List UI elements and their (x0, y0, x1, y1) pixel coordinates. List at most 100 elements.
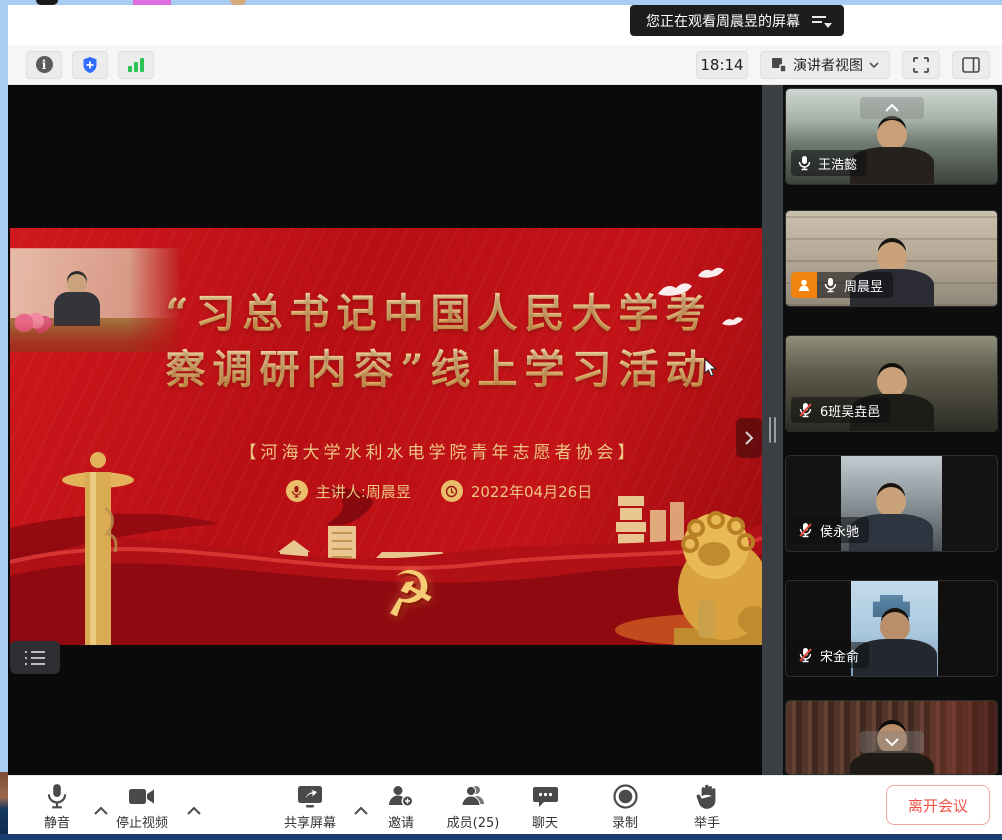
chevron-down-icon (885, 738, 899, 746)
chevron-right-icon (744, 430, 754, 446)
participant-tile[interactable]: 侯永驰 (785, 455, 998, 552)
info-icon: i (36, 56, 53, 73)
invite-person-icon (387, 783, 415, 810)
invite-label: 邀请 (388, 812, 414, 831)
slide-subtitle: 【河海大学水利水电学院青年志愿者协会】 (128, 438, 750, 463)
fullscreen-button[interactable] (902, 51, 940, 79)
party-emblem-icon: ☭ (377, 560, 440, 628)
mic-on-icon (824, 277, 837, 293)
participant-name: 6班吴垚邑 (820, 401, 880, 420)
clock-badge: 18:14 (696, 51, 748, 79)
mic-muted-icon (798, 647, 813, 663)
camera-icon (127, 783, 157, 810)
participant-name-badge: 周晨昱 (791, 272, 893, 298)
main-area: “习总书记中国人民大学考 察调研内容”线上学习活动 【河海大学水利水电学院青年志… (8, 85, 1002, 775)
slide-title-line1: “习总书记中国人民大学考 (128, 286, 750, 342)
participant-name: 王浩懿 (818, 154, 857, 173)
chat-button[interactable]: 聊天 (520, 783, 570, 831)
screen-watch-text: 您正在观看周晨昱的屏幕 (646, 11, 800, 31)
chat-label: 聊天 (532, 812, 558, 831)
participant-name-badge: 6班吴垚邑 (791, 397, 890, 423)
banner-menu-icon[interactable] (812, 13, 832, 29)
record-icon (612, 783, 639, 810)
mic-on-icon (798, 155, 811, 171)
record-button[interactable]: 录制 (600, 783, 650, 831)
members-button[interactable]: 成员(25) (440, 783, 506, 831)
signal-bars-icon (128, 58, 144, 72)
scroll-down-button[interactable] (860, 731, 924, 753)
chevron-up-icon (354, 806, 368, 815)
participants-sidebar: 王浩懿 周晨昱 (783, 85, 1002, 775)
meeting-window: 您正在观看周晨昱的屏幕 i (8, 5, 1002, 834)
participant-tile[interactable] (785, 700, 998, 775)
leave-meeting-label: 离开会议 (908, 795, 968, 816)
fullscreen-icon (912, 56, 930, 74)
share-screen-label: 共享屏幕 (284, 812, 336, 831)
invite-button[interactable]: 邀请 (376, 783, 426, 831)
mic-muted-icon (798, 402, 813, 418)
share-options-button[interactable] (352, 798, 370, 821)
clock-time: 18:14 (700, 56, 743, 74)
view-mode-button[interactable]: 演讲者视图 (760, 51, 890, 79)
slide-text-block: “习总书记中国人民大学考 察调研内容”线上学习活动 【河海大学水利水电学院青年志… (128, 286, 750, 502)
thumbnail-list-toggle-button[interactable] (10, 641, 60, 674)
participant-name-badge: 宋金俞 (791, 642, 869, 668)
layout-view-icon (771, 57, 787, 73)
raise-hand-label: 举手 (694, 812, 720, 831)
taskbar-edge (0, 834, 1002, 840)
share-screen-button[interactable]: 共享屏幕 (278, 783, 342, 831)
leave-meeting-button[interactable]: 离开会议 (886, 785, 990, 825)
mic-muted-icon (798, 522, 813, 538)
raise-hand-button[interactable]: 举手 (682, 783, 732, 831)
shield-plus-icon (81, 56, 99, 74)
desktop-artifact (0, 772, 8, 834)
participant-name: 周晨昱 (844, 276, 883, 295)
bottom-control-bar: 静音 停止视频 共享屏幕 (8, 775, 1002, 834)
mute-options-button[interactable] (92, 798, 110, 821)
members-label: 成员(25) (447, 812, 500, 831)
presentation-slide: “习总书记中国人民大学考 察调研内容”线上学习活动 【河海大学水利水电学院青年志… (10, 228, 762, 645)
panel-resize-handle[interactable] (762, 85, 783, 775)
participant-name: 侯永驰 (820, 521, 859, 540)
participant-tile[interactable]: 王浩懿 (785, 88, 998, 185)
participant-tile[interactable]: 6班吴垚邑 (785, 335, 998, 432)
clock-dot-icon (441, 480, 463, 502)
slide-date: 2022年04月26日 (441, 480, 592, 502)
mouse-cursor (704, 358, 718, 378)
microphone-icon (44, 783, 70, 810)
view-mode-label: 演讲者视图 (793, 55, 863, 75)
network-quality-button[interactable] (118, 51, 154, 79)
participant-tile[interactable]: 宋金俞 (785, 580, 998, 677)
chat-bubble-icon (532, 783, 559, 810)
raise-hand-icon (695, 783, 719, 810)
scroll-up-button[interactable] (860, 97, 924, 119)
stop-video-label: 停止视频 (116, 812, 168, 831)
participant-name-badge: 王浩懿 (791, 150, 867, 176)
participant-tile[interactable]: 周晨昱 (785, 210, 998, 307)
chevron-down-icon (869, 62, 879, 68)
slide-title-line2: 察调研内容”线上学习活动 (128, 342, 750, 398)
security-button[interactable] (72, 51, 108, 79)
chevron-up-icon (94, 806, 108, 815)
list-icon (25, 650, 45, 666)
share-screen-icon (296, 783, 324, 810)
chevron-up-icon (885, 104, 899, 112)
slide-speaker: 主讲人:周晨昱 (286, 480, 411, 502)
stop-video-button[interactable]: 停止视频 (110, 783, 174, 831)
meeting-info-button[interactable]: i (26, 51, 62, 79)
desktop: 您正在观看周晨昱的屏幕 i (0, 0, 1002, 840)
top-toolbar: i 18:14 (8, 45, 1002, 85)
mic-dot-icon (286, 480, 308, 502)
presenter-badge-icon (791, 272, 817, 298)
screen-watch-banner: 您正在观看周晨昱的屏幕 (630, 5, 844, 36)
video-options-button[interactable] (185, 798, 203, 821)
participant-name: 宋金俞 (820, 646, 859, 665)
participant-name-badge: 侯永驰 (791, 517, 869, 543)
shared-screen-view: “习总书记中国人民大学考 察调研内容”线上学习活动 【河海大学水利水电学院青年志… (8, 85, 762, 775)
chevron-up-icon (187, 806, 201, 815)
members-icon (459, 783, 487, 810)
record-label: 录制 (612, 812, 638, 831)
toggle-sidebar-button[interactable] (952, 51, 990, 79)
mute-button[interactable]: 静音 (32, 783, 82, 831)
collapse-sidebar-button[interactable] (736, 418, 762, 458)
